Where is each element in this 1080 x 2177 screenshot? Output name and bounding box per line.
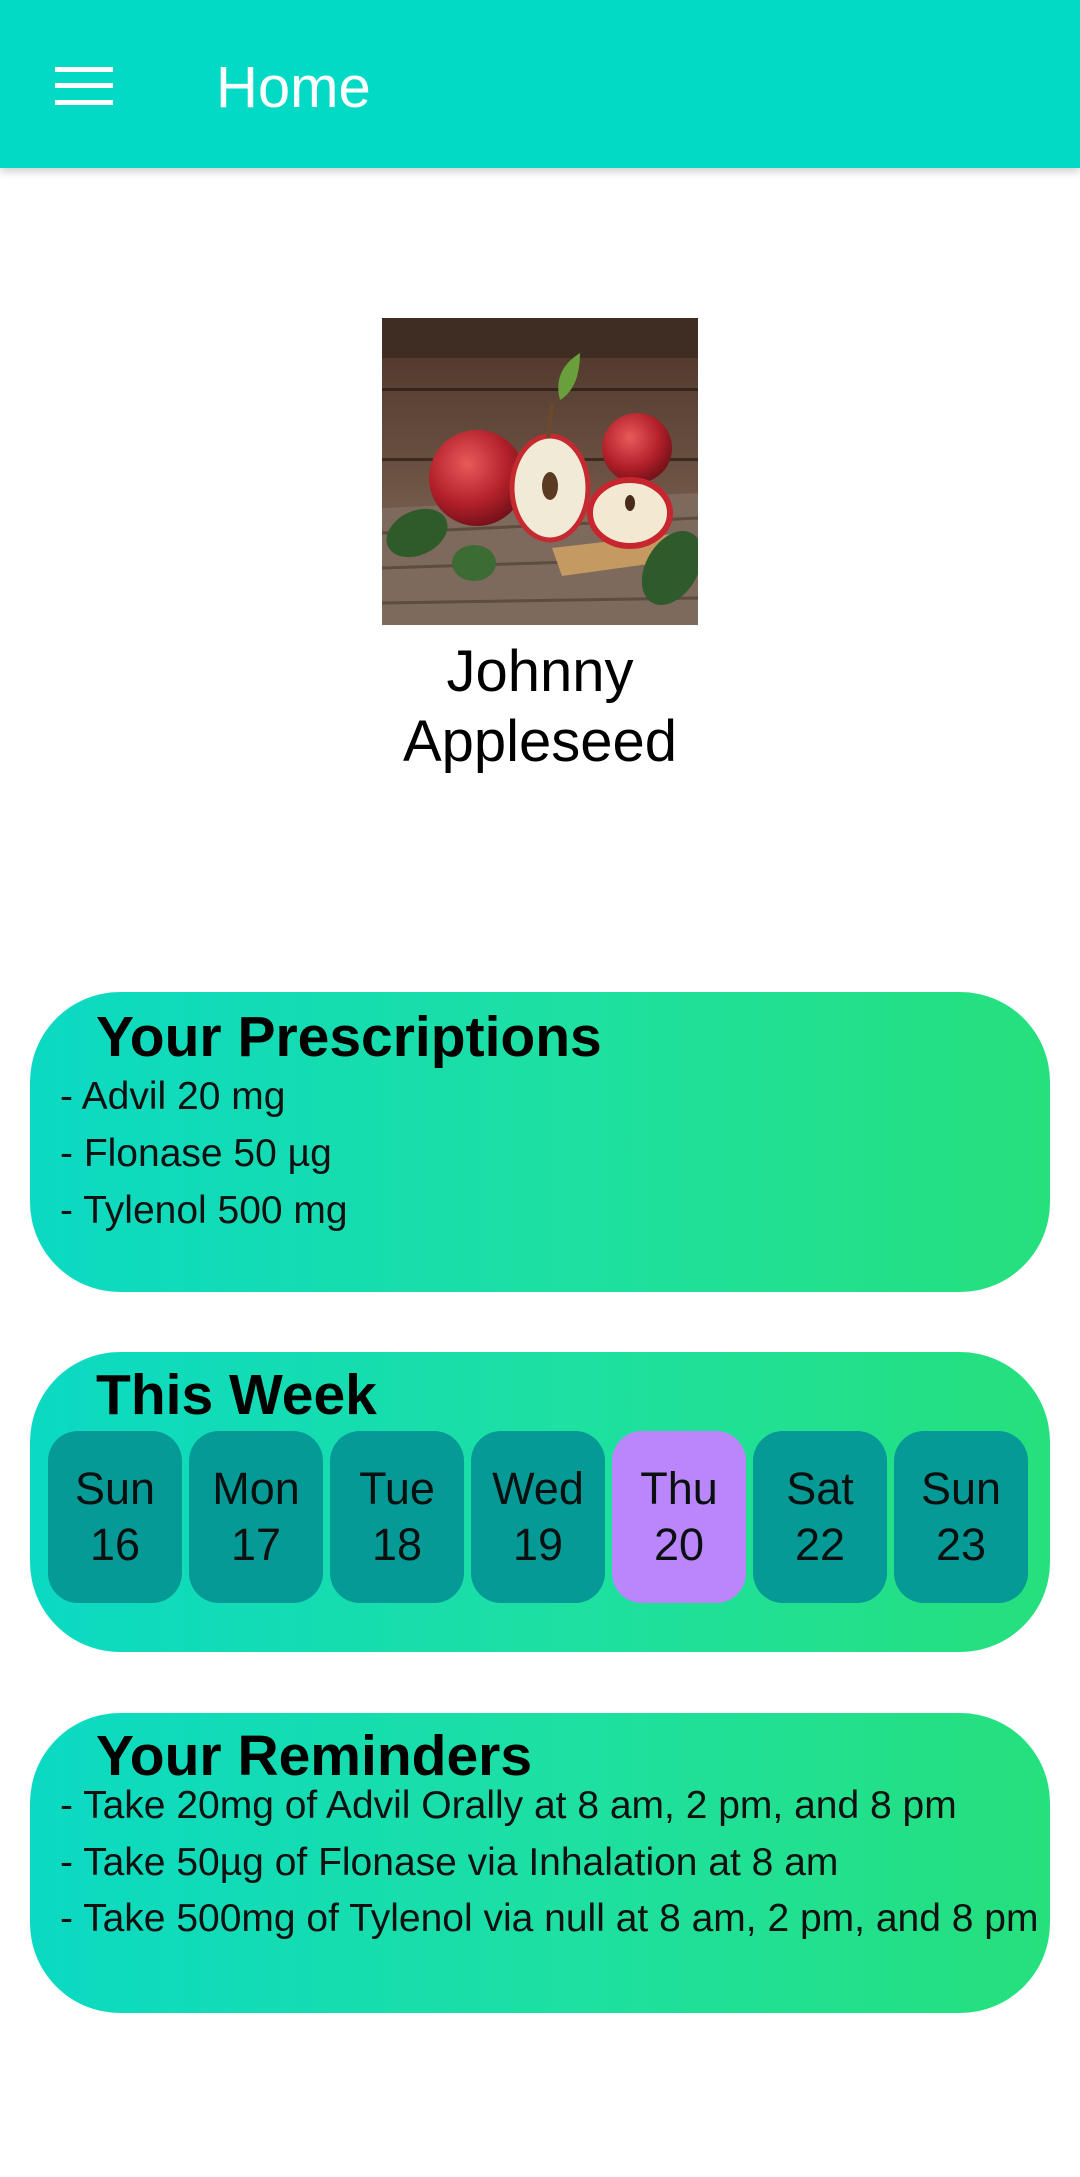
day-date: 19 — [512, 1519, 564, 1570]
week-days: Sun 16 Mon 17 Tue 18 Wed 19 Thu 20 Sat 2… — [48, 1431, 1028, 1603]
day-name: Sat — [786, 1463, 854, 1514]
day-date: 17 — [230, 1519, 282, 1570]
this-week-card: This Week Sun 16 Mon 17 Tue 18 Wed 19 Th… — [30, 1352, 1050, 1652]
reminder-item: - Take 50µg of Flonase via Inhalation at… — [60, 1841, 839, 1884]
day-date: 23 — [935, 1519, 987, 1570]
reminders-title: Your Reminders — [96, 1724, 533, 1788]
day-sun-23[interactable]: Sun 23 — [894, 1431, 1028, 1603]
day-tue-18[interactable]: Tue 18 — [330, 1431, 464, 1603]
prescription-item: - Advil 20 mg — [60, 1075, 286, 1118]
day-wed-19[interactable]: Wed 19 — [471, 1431, 605, 1603]
reminders-card[interactable]: Your Reminders - Take 20mg of Advil Oral… — [30, 1713, 1050, 2013]
prescriptions-card[interactable]: Your Prescriptions - Advil 20 mg - Flona… — [30, 992, 1050, 1292]
day-name: Sun — [74, 1463, 156, 1514]
day-name: Tue — [359, 1463, 435, 1514]
day-sun-16[interactable]: Sun 16 — [48, 1431, 182, 1603]
prescription-item: - Flonase 50 µg — [60, 1132, 332, 1175]
hamburger-menu-icon[interactable] — [40, 46, 128, 126]
day-date: 16 — [89, 1519, 141, 1570]
profile-section: Johnny Appleseed — [0, 318, 1080, 777]
day-name: Wed — [492, 1463, 584, 1514]
day-name: Thu — [640, 1463, 718, 1514]
day-mon-17[interactable]: Mon 17 — [189, 1431, 323, 1603]
app-bar: Home — [0, 0, 1080, 168]
day-name: Sun — [920, 1463, 1002, 1514]
day-name: Mon — [212, 1463, 300, 1514]
day-thu-20-selected[interactable]: Thu 20 — [612, 1431, 746, 1603]
page-title: Home — [216, 55, 371, 120]
avatar — [382, 318, 698, 625]
reminder-item: - Take 20mg of Advil Orally at 8 am, 2 p… — [60, 1784, 957, 1827]
day-date: 18 — [371, 1519, 423, 1570]
prescription-item: - Tylenol 500 mg — [60, 1189, 348, 1232]
day-date: 22 — [794, 1519, 846, 1570]
day-date: 20 — [653, 1519, 705, 1570]
this-week-title: This Week — [96, 1363, 377, 1427]
prescriptions-title: Your Prescriptions — [96, 1005, 602, 1069]
reminder-item: - Take 500mg of Tylenol via null at 8 am… — [60, 1897, 1039, 1940]
user-name: Johnny Appleseed — [402, 639, 678, 774]
day-sat-22[interactable]: Sat 22 — [753, 1431, 887, 1603]
